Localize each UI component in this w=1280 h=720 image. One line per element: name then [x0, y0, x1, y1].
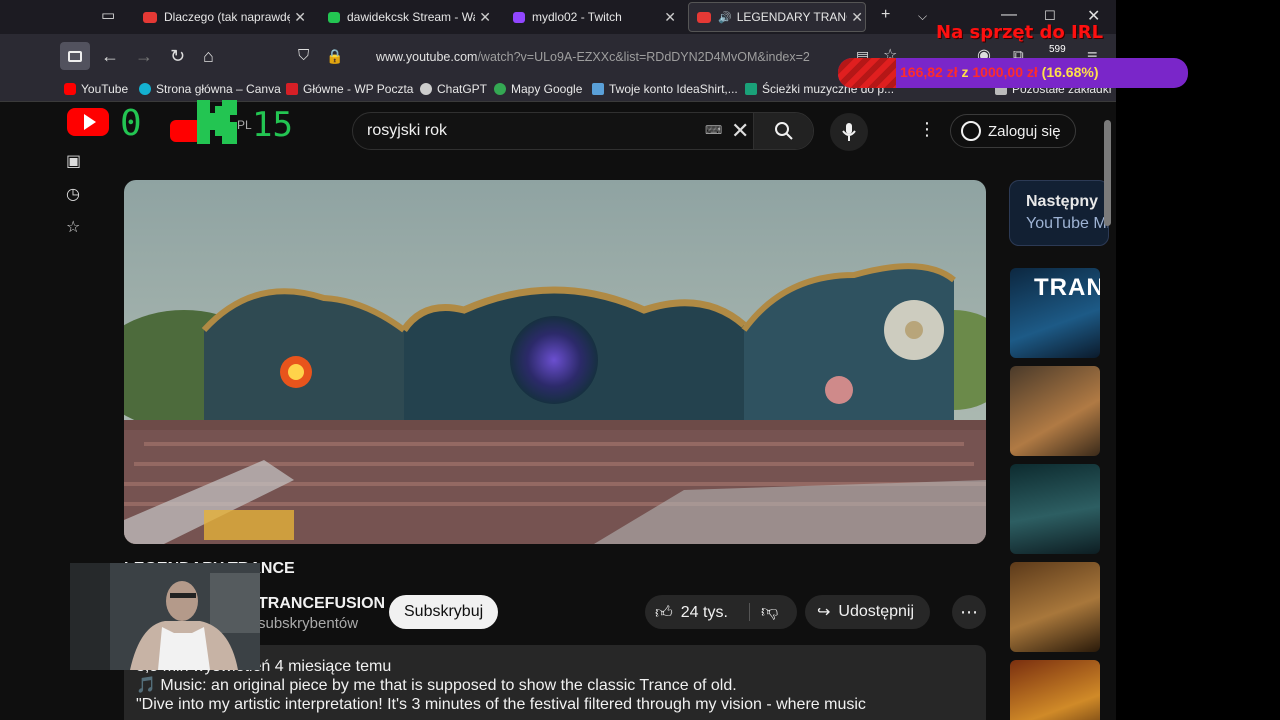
thumbs-down-icon[interactable]: 👎︎: [761, 601, 778, 622]
lock-icon[interactable]: 🔒: [326, 46, 343, 66]
video-player[interactable]: [124, 180, 986, 544]
canva-icon: [139, 83, 151, 95]
play-icon: [83, 114, 96, 130]
clear-search-icon[interactable]: ✕: [731, 118, 749, 144]
reload-icon[interactable]: ↻: [170, 46, 185, 66]
donation-progress-bar: 166,82 zł z 1000,00 zł (16.68%): [838, 58, 1188, 88]
region-label: PL: [237, 118, 252, 132]
more-options-icon[interactable]: ⋮: [918, 119, 936, 140]
like-button[interactable]: 👍︎ 24 tys.: [655, 602, 728, 623]
url-path: /watch?v=ULo9A-EZXXc&list=RDdDYN2D4MvOM&…: [477, 50, 810, 64]
tab-1[interactable]: dawidekcsk Stream - Wat ✕: [328, 2, 493, 32]
related-video-thumbnail[interactable]: [1010, 464, 1100, 554]
share-button[interactable]: ↪ Udostępnij: [805, 595, 931, 629]
ellipsis-icon: ⋯: [960, 601, 978, 622]
tab-3-active[interactable]: 🔊 LEGENDARY TRANCE ✕: [688, 2, 866, 32]
tab-list-icon[interactable]: ▭: [101, 6, 115, 26]
youtube-favicon-icon: [143, 11, 157, 23]
webcam-person-image: [70, 563, 260, 670]
bookmark-ideashirt[interactable]: Twoje konto IdeaShirt,...: [592, 82, 738, 96]
divider: [749, 603, 750, 621]
kick-logo-icon: [197, 100, 237, 144]
tab-close-icon[interactable]: ✕: [290, 8, 306, 26]
donation-progress-text: 166,82 zł z 1000,00 zł (16.68%): [900, 64, 1099, 80]
tab-close-icon[interactable]: ✕: [660, 8, 676, 26]
search-input[interactable]: rosyjski rok: [367, 122, 447, 140]
voice-search-button[interactable]: [830, 113, 868, 151]
more-actions-button[interactable]: ⋯: [952, 595, 986, 629]
share-icon: ↪: [817, 604, 831, 621]
festival-stage-video-frame: [124, 180, 986, 544]
scrollbar[interactable]: [1104, 120, 1111, 226]
new-tab-icon[interactable]: +: [881, 6, 890, 24]
pixabay-icon: [745, 83, 757, 95]
favorites-icon[interactable]: ☆: [66, 217, 80, 237]
twitch-favicon-icon: [513, 11, 525, 23]
search-button[interactable]: [753, 113, 813, 149]
forward-icon[interactable]: →: [135, 46, 153, 66]
related-video-thumbnail[interactable]: TRAN: [1010, 268, 1100, 358]
address-bar[interactable]: www.youtube.com/watch?v=ULo9A-EZXXc&list…: [376, 50, 810, 64]
user-icon: [961, 121, 981, 141]
home-icon[interactable]: ⌂: [203, 46, 214, 66]
bookmark-youtube[interactable]: YouTube: [64, 82, 128, 96]
subscriptions-icon[interactable]: ▣: [66, 151, 81, 171]
search-icon: [774, 122, 793, 140]
donation-goal-title: Na sprzęt do IRL: [936, 22, 1104, 43]
history-icon[interactable]: ◷: [66, 184, 80, 204]
sidebar-icon: [68, 50, 82, 62]
shirt-icon: [592, 83, 604, 95]
shield-icon[interactable]: ⛉: [298, 46, 309, 66]
bookmark-canva[interactable]: Strona główna – Canva: [139, 82, 281, 96]
kick-favicon-icon: [328, 11, 340, 23]
chatgpt-icon: [420, 83, 432, 95]
related-video-thumbnail[interactable]: [1010, 660, 1100, 720]
microphone-icon: [842, 123, 856, 141]
sidebar-toggle-button[interactable]: [60, 42, 90, 70]
bookmark-wp-poczta[interactable]: Główne - WP Poczta: [286, 82, 413, 96]
viewer-count-badge: 599: [1049, 44, 1066, 55]
view-count-date: 3,5 mln wyświetleń 4 miesiące temu: [136, 658, 392, 675]
tab-close-icon[interactable]: ✕: [847, 8, 863, 26]
webcam-overlay: [70, 563, 260, 670]
youtube-icon: [64, 83, 76, 95]
description-line: 🎵 Music: an original piece by me that is…: [136, 677, 737, 694]
related-video-thumbnail[interactable]: [1010, 562, 1100, 652]
map-pin-icon: [494, 83, 506, 95]
youtube-viewer-counter: 0: [120, 103, 142, 144]
subscriber-count: subskrybentów: [258, 615, 359, 632]
up-next-mix-card[interactable]: Następny YouTube Mix: [1009, 180, 1109, 246]
sign-in-button[interactable]: Zaloguj się: [950, 114, 1076, 148]
thumbnail-text: TRAN: [1034, 274, 1100, 301]
bookmark-google-maps[interactable]: Mapy Google: [494, 82, 582, 96]
wp-icon: [286, 83, 298, 95]
youtube-favicon-icon: [697, 11, 711, 23]
chevron-down-icon[interactable]: ⌵: [918, 9, 927, 24]
back-icon[interactable]: ←: [101, 46, 119, 66]
keyboard-icon[interactable]: ⌨: [705, 123, 722, 137]
description-line: "Dive into my artistic interpretation! I…: [136, 696, 866, 713]
search-box[interactable]: rosyjski rok ⌨ ✕: [352, 112, 814, 150]
speaker-icon[interactable]: 🔊: [718, 11, 732, 24]
kick-viewer-counter: 15: [252, 105, 293, 145]
related-video-thumbnail[interactable]: [1010, 366, 1100, 456]
bookmark-chatgpt[interactable]: ChatGPT: [420, 82, 487, 96]
thumbs-up-icon: 👍︎: [655, 603, 673, 622]
like-dislike-group: 👍︎ 24 tys. 👎︎: [645, 595, 797, 629]
url-host: www.youtube.com: [376, 50, 478, 64]
subscribe-button[interactable]: Subskrybuj: [389, 595, 499, 629]
tab-0[interactable]: Dlaczego (tak naprawdę) ✕: [143, 2, 308, 32]
channel-name[interactable]: TRANCEFUSION ✔: [258, 595, 400, 613]
tab-2[interactable]: mydlo02 - Twitch ✕: [513, 2, 678, 32]
tab-close-icon[interactable]: ✕: [475, 8, 491, 26]
donation-progress-fill: [838, 58, 897, 88]
youtube-overlay-logo: [67, 108, 109, 136]
